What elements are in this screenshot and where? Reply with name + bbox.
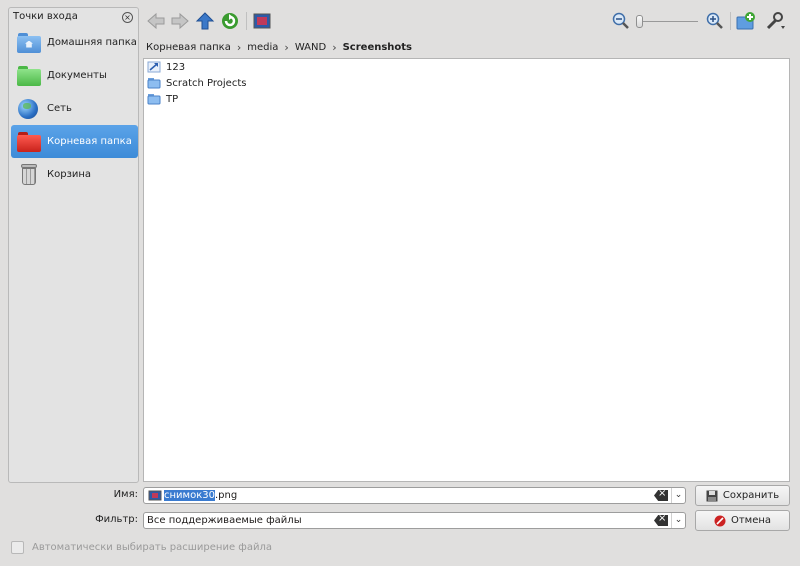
file-save-dialog: Точки входа × Домашняя папка Документы С…: [0, 0, 800, 566]
cancel-button-label: Отмена: [730, 515, 772, 526]
sidebar-item-label: Корневая папка: [47, 136, 132, 147]
save-button[interactable]: Сохранить: [695, 485, 790, 506]
sidebar-item-label: Документы: [47, 70, 107, 81]
zoom-out-icon[interactable]: [611, 11, 631, 31]
save-disk-icon: [706, 490, 718, 501]
auto-extension-label: Автоматически выбирать расширение файла: [32, 542, 272, 553]
trash-icon: [17, 163, 41, 186]
link-icon: [147, 61, 161, 73]
filter-value: Все поддерживаемые файлы: [147, 515, 302, 526]
sidebar-item-label: Домашняя папка: [47, 37, 137, 48]
file-name: 123: [166, 61, 186, 73]
chevron-right-icon[interactable]: ›: [237, 41, 241, 54]
toolbar-separator: [246, 12, 247, 30]
zoom-slider-track[interactable]: [636, 21, 698, 22]
preview-image-icon[interactable]: [252, 11, 272, 31]
sidebar-item-label: Сеть: [47, 103, 72, 114]
filter-label: Фильтр:: [95, 514, 138, 525]
root-folder-icon: [17, 131, 41, 153]
file-name: TP: [166, 93, 179, 105]
settings-wrench-icon[interactable]: [764, 11, 785, 31]
breadcrumb-media[interactable]: media: [245, 42, 280, 53]
places-panel-title: Точки входа: [13, 11, 78, 22]
cancel-button[interactable]: Отмена: [695, 510, 790, 531]
chevron-right-icon[interactable]: ›: [332, 41, 336, 54]
filename-input[interactable]: снимок30.png ⌄: [143, 487, 686, 504]
breadcrumb-current[interactable]: Screenshots: [341, 42, 414, 53]
sidebar-item-label: Корзина: [47, 169, 92, 180]
network-globe-icon: [17, 98, 41, 120]
breadcrumb: Корневая папка › media › WAND › Screensh…: [144, 39, 414, 55]
folder-icon: [147, 93, 161, 105]
file-name: Scratch Projects: [166, 77, 247, 89]
up-arrow-icon[interactable]: [195, 11, 215, 31]
filename-extension: .png: [214, 490, 238, 501]
chevron-down-icon[interactable]: ⌄: [671, 488, 685, 503]
chevron-down-icon[interactable]: ⌄: [671, 513, 685, 528]
list-item[interactable]: Scratch Projects: [144, 75, 789, 91]
name-label: Имя:: [113, 489, 138, 500]
auto-extension-option: Автоматически выбирать расширение файла: [11, 541, 272, 554]
clear-text-icon[interactable]: [654, 490, 668, 501]
sidebar-item-network[interactable]: Сеть: [11, 92, 138, 125]
breadcrumb-wand[interactable]: WAND: [293, 42, 328, 53]
sidebar-item-root[interactable]: Корневая папка: [11, 125, 138, 158]
filter-select[interactable]: Все поддерживаемые файлы ⌄: [143, 512, 686, 529]
image-file-icon: [148, 490, 162, 501]
places-list: Домашняя папка Документы Сеть Корневая п…: [11, 26, 138, 191]
new-folder-icon[interactable]: [736, 11, 756, 31]
auto-extension-checkbox[interactable]: [11, 541, 24, 554]
toolbar-separator: [730, 12, 731, 30]
forward-arrow-icon[interactable]: [170, 11, 190, 31]
list-item[interactable]: TP: [144, 91, 789, 107]
cancel-icon: [714, 515, 726, 526]
zoom-slider-handle[interactable]: [636, 15, 643, 28]
sidebar-item-documents[interactable]: Документы: [11, 59, 138, 92]
file-list[interactable]: 123 Scratch Projects TP: [143, 58, 790, 482]
home-folder-icon: [17, 32, 41, 54]
sidebar-item-trash[interactable]: Корзина: [11, 158, 138, 191]
documents-folder-icon: [17, 65, 41, 87]
chevron-right-icon[interactable]: ›: [284, 41, 288, 54]
filename-selected-text: снимок30: [164, 490, 215, 501]
places-panel: Точки входа × Домашняя папка Документы С…: [8, 7, 139, 483]
back-arrow-icon[interactable]: [146, 11, 166, 31]
reload-icon[interactable]: [220, 11, 240, 31]
sidebar-item-home[interactable]: Домашняя папка: [11, 26, 138, 59]
save-button-label: Сохранить: [722, 490, 780, 501]
close-panel-icon[interactable]: ×: [122, 12, 133, 23]
clear-text-icon[interactable]: [654, 515, 668, 526]
zoom-in-icon[interactable]: [705, 11, 725, 31]
list-item[interactable]: 123: [144, 59, 789, 75]
breadcrumb-root[interactable]: Корневая папка: [144, 42, 233, 53]
folder-icon: [147, 77, 161, 89]
